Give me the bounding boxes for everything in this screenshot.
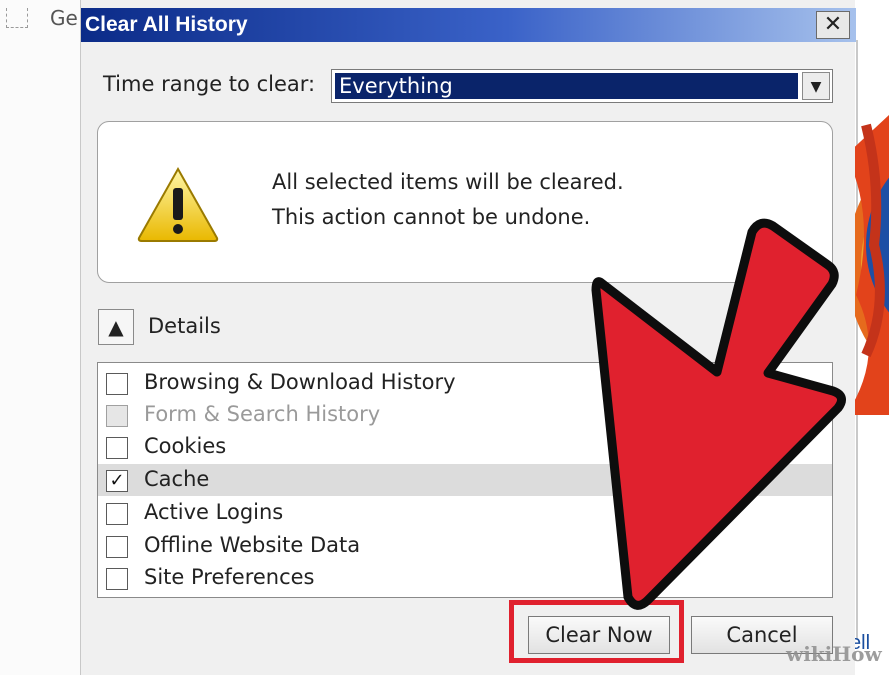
warning-icon bbox=[137, 166, 219, 242]
warning-text-line2: This action cannot be undone. bbox=[272, 205, 591, 229]
list-item-label: Form & Search History bbox=[144, 402, 381, 426]
list-item-label: Site Preferences bbox=[144, 565, 315, 589]
list-item-active-logins[interactable]: Active Logins bbox=[98, 497, 832, 529]
list-item-offline-data[interactable]: Offline Website Data bbox=[98, 530, 832, 562]
chevron-up-icon: ▲ bbox=[108, 315, 124, 339]
warning-text-line1: All selected items will be cleared. bbox=[272, 170, 624, 194]
time-range-value: Everything bbox=[335, 73, 798, 99]
list-item-label: Offline Website Data bbox=[144, 533, 361, 557]
cache-checkbox[interactable]: ✓ bbox=[106, 470, 128, 492]
time-range-label: Time range to clear: bbox=[103, 72, 316, 96]
form-history-checkbox bbox=[106, 405, 128, 427]
active-logins-checkbox[interactable] bbox=[106, 503, 128, 525]
close-icon: ✕ bbox=[823, 12, 843, 37]
dropdown-arrow-icon[interactable]: ▼ bbox=[802, 72, 830, 100]
list-item-label: Cookies bbox=[144, 434, 227, 458]
background-tab-title: Ge bbox=[50, 6, 78, 30]
offline-data-checkbox[interactable] bbox=[106, 536, 128, 558]
browsing-history-checkbox[interactable] bbox=[106, 373, 128, 395]
clear-now-button[interactable]: Clear Now bbox=[528, 616, 670, 654]
cookies-checkbox[interactable] bbox=[106, 437, 128, 459]
close-button[interactable]: ✕ bbox=[816, 11, 850, 39]
list-item-label: Active Logins bbox=[144, 500, 284, 524]
list-item-label: Browsing & Download History bbox=[144, 370, 456, 394]
warning-panel: All selected items will be cleared. This… bbox=[97, 121, 833, 283]
details-toggle-button[interactable]: ▲ bbox=[98, 309, 134, 345]
list-item-site-preferences[interactable]: Site Preferences bbox=[98, 562, 832, 594]
site-preferences-checkbox[interactable] bbox=[106, 568, 128, 590]
list-item-label: Cache bbox=[144, 467, 210, 491]
list-item-cache[interactable]: ✓ Cache bbox=[98, 464, 832, 496]
list-item-cookies[interactable]: Cookies bbox=[98, 431, 832, 463]
wikihow-watermark: wikiHow bbox=[786, 642, 882, 666]
list-item-form-history: Form & Search History bbox=[98, 399, 832, 431]
details-label[interactable]: Details bbox=[148, 314, 221, 338]
tab-favicon-icon bbox=[6, 8, 28, 28]
dialog-title: Clear All History bbox=[85, 13, 248, 36]
clear-history-dialog: Clear All History ✕ Time range to clear:… bbox=[80, 0, 856, 675]
history-items-list: Browsing & Download History Form & Searc… bbox=[97, 362, 833, 598]
list-item-browsing-history[interactable]: Browsing & Download History bbox=[98, 367, 832, 399]
dialog-titlebar[interactable]: Clear All History ✕ bbox=[81, 8, 856, 42]
background-window-left: Ge bbox=[0, 0, 80, 675]
time-range-select[interactable]: Everything ▼ bbox=[331, 69, 833, 103]
